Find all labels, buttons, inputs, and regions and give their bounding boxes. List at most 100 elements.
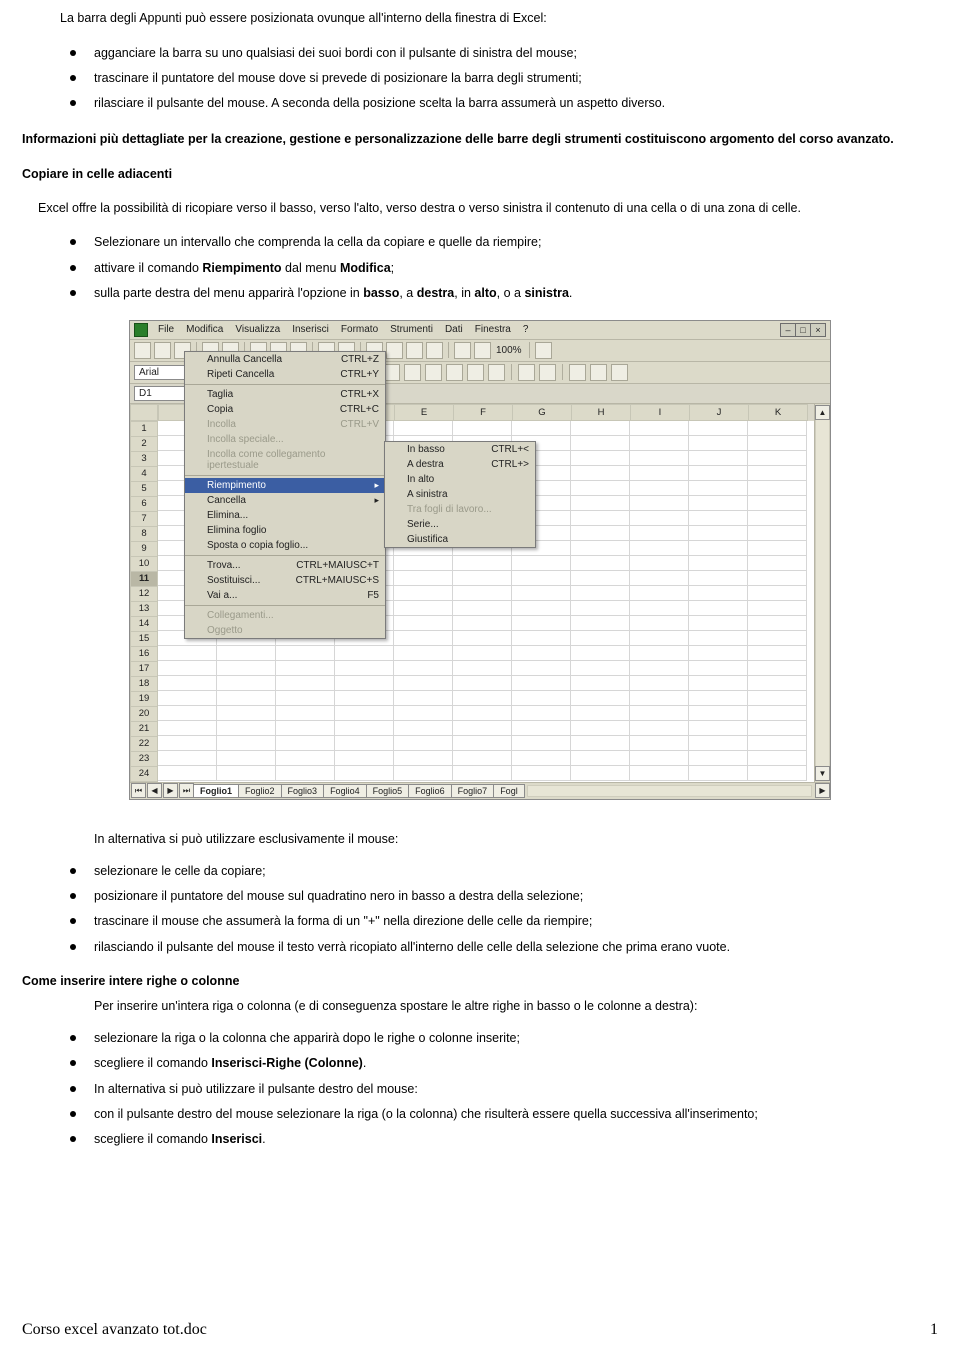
menu-item[interactable]: Sposta o copia foglio... [185, 538, 385, 553]
cell[interactable] [217, 646, 276, 661]
cell[interactable] [630, 436, 689, 451]
cell[interactable] [158, 751, 217, 766]
row-header[interactable]: 20 [130, 707, 158, 722]
cell[interactable] [689, 511, 748, 526]
cell[interactable] [512, 676, 571, 691]
cell[interactable] [630, 466, 689, 481]
row-header[interactable]: 4 [130, 467, 158, 482]
cell[interactable] [571, 691, 630, 706]
cell[interactable] [630, 511, 689, 526]
cell[interactable] [335, 706, 394, 721]
sort-desc-icon[interactable] [426, 342, 443, 359]
cell[interactable] [394, 676, 453, 691]
menu-formato[interactable]: Formato [339, 323, 380, 336]
chart-wizard-icon[interactable] [454, 342, 471, 359]
cell[interactable] [512, 631, 571, 646]
row-header[interactable]: 11 [130, 572, 158, 587]
cell[interactable] [571, 736, 630, 751]
cell[interactable] [571, 631, 630, 646]
sheet-tab[interactable]: Foglio7 [451, 784, 495, 798]
cell[interactable] [630, 451, 689, 466]
cell[interactable] [453, 421, 512, 436]
cell[interactable] [453, 601, 512, 616]
cell[interactable] [630, 541, 689, 556]
cell[interactable] [217, 706, 276, 721]
row-header[interactable]: 2 [130, 437, 158, 452]
cell[interactable] [630, 706, 689, 721]
cell[interactable] [748, 556, 807, 571]
cell[interactable] [394, 751, 453, 766]
cell[interactable] [748, 766, 807, 781]
row-header[interactable]: 13 [130, 602, 158, 617]
submenu-item[interactable]: In alto [385, 472, 535, 487]
menu-item[interactable]: Trova...CTRL+MAIUSC+T [185, 558, 385, 573]
cell[interactable] [453, 616, 512, 631]
cell[interactable] [630, 721, 689, 736]
cell[interactable] [394, 586, 453, 601]
cell[interactable] [571, 481, 630, 496]
cell[interactable] [512, 721, 571, 736]
cell[interactable] [571, 766, 630, 781]
cell[interactable] [335, 646, 394, 661]
fill-color-icon[interactable] [590, 364, 607, 381]
cell[interactable] [512, 616, 571, 631]
cell[interactable] [512, 601, 571, 616]
cell[interactable] [276, 766, 335, 781]
cell[interactable] [689, 691, 748, 706]
cell[interactable] [453, 661, 512, 676]
submenu-item[interactable]: A sinistra [385, 487, 535, 502]
cell[interactable] [512, 751, 571, 766]
row-header[interactable]: 9 [130, 542, 158, 557]
row-header[interactable]: 18 [130, 677, 158, 692]
cell[interactable] [158, 676, 217, 691]
cell[interactable] [571, 601, 630, 616]
row-header[interactable]: 16 [130, 647, 158, 662]
column-header[interactable]: G [513, 404, 572, 421]
cell[interactable] [512, 736, 571, 751]
cell[interactable] [748, 481, 807, 496]
cell[interactable] [748, 736, 807, 751]
cell[interactable] [630, 421, 689, 436]
row-header[interactable]: 1 [130, 421, 158, 437]
cell[interactable] [394, 421, 453, 436]
cell[interactable] [571, 466, 630, 481]
submenu-item[interactable]: A destraCTRL+> [385, 457, 535, 472]
row-header[interactable]: 3 [130, 452, 158, 467]
cell[interactable] [571, 661, 630, 676]
sheet-tab[interactable]: Foglio6 [408, 784, 452, 798]
column-header[interactable]: E [395, 404, 454, 421]
cell[interactable] [748, 706, 807, 721]
cell[interactable] [571, 571, 630, 586]
menu-item[interactable]: Cancella▸ [185, 493, 385, 508]
sheet-tab[interactable]: Foglio4 [323, 784, 367, 798]
column-header[interactable]: F [454, 404, 513, 421]
cell[interactable] [394, 601, 453, 616]
menu-item[interactable]: Annulla CancellaCTRL+Z [185, 352, 385, 367]
cell[interactable] [512, 586, 571, 601]
column-header[interactable]: I [631, 404, 690, 421]
cell[interactable] [689, 451, 748, 466]
cell[interactable] [394, 661, 453, 676]
cell[interactable] [689, 421, 748, 436]
menu-visualizza[interactable]: Visualizza [233, 323, 282, 336]
cell[interactable] [335, 676, 394, 691]
cell[interactable] [689, 631, 748, 646]
cell[interactable] [394, 706, 453, 721]
cell[interactable] [512, 571, 571, 586]
open-icon[interactable] [154, 342, 171, 359]
cell[interactable] [158, 721, 217, 736]
cell[interactable] [689, 676, 748, 691]
cell[interactable] [394, 616, 453, 631]
cell[interactable] [217, 736, 276, 751]
column-header[interactable]: H [572, 404, 631, 421]
row-header[interactable]: 21 [130, 722, 158, 737]
menu-item[interactable]: Elimina foglio [185, 523, 385, 538]
cell[interactable] [394, 631, 453, 646]
cell[interactable] [689, 766, 748, 781]
cell[interactable] [453, 691, 512, 706]
cell[interactable] [453, 571, 512, 586]
cell[interactable] [748, 526, 807, 541]
cell[interactable] [158, 691, 217, 706]
menu-item[interactable]: Riempimento▸ [185, 478, 385, 493]
row-header[interactable]: 12 [130, 587, 158, 602]
